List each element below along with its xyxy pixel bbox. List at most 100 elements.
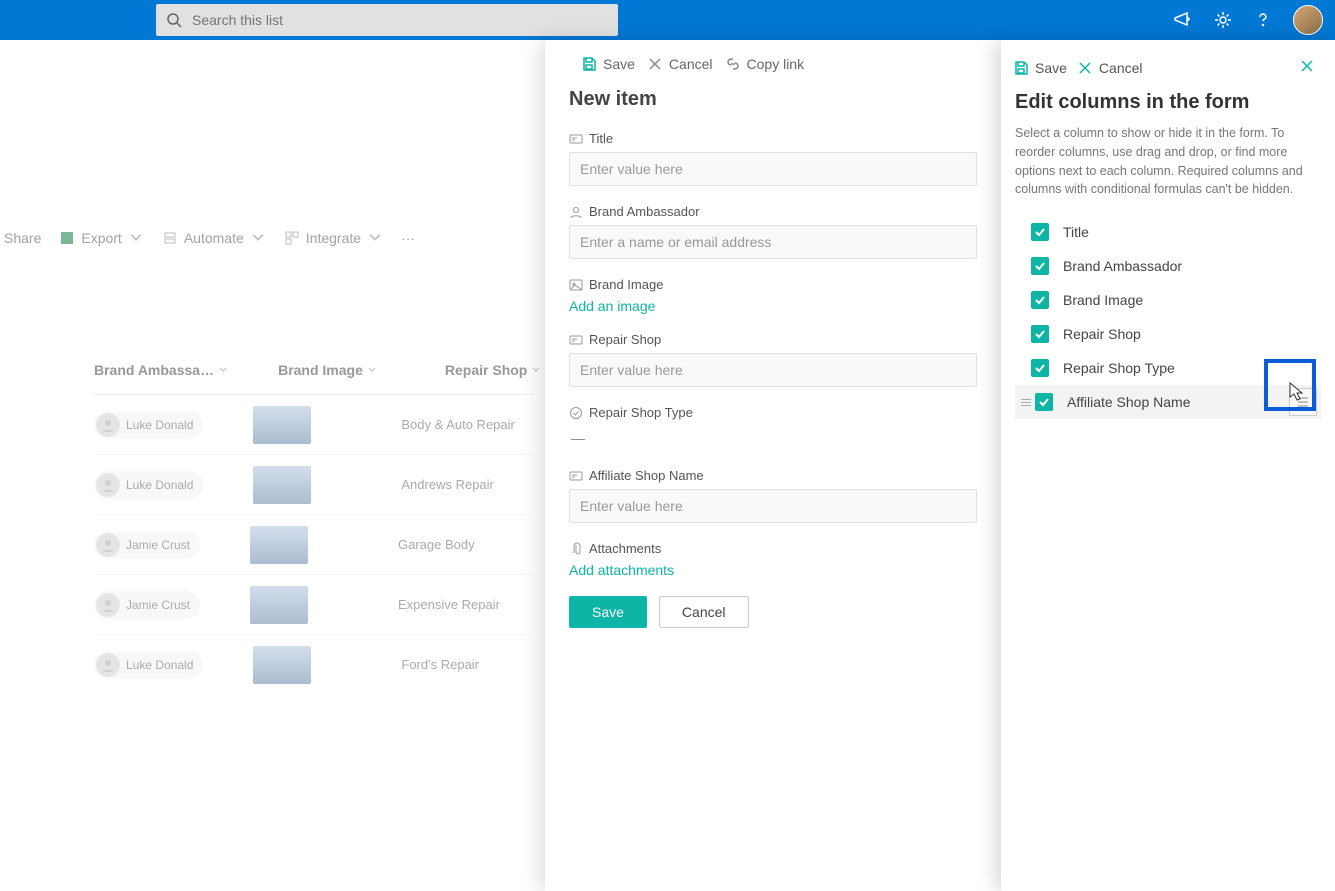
brand-image-thumb [250, 586, 308, 624]
image-icon [569, 278, 583, 292]
shop-input[interactable] [569, 353, 977, 387]
brand-image-thumb [253, 646, 311, 684]
table-row[interactable]: Luke DonaldBody & Auto Repair [94, 394, 534, 454]
columns-save-button[interactable]: Save [1013, 60, 1067, 76]
checkbox[interactable] [1035, 393, 1053, 411]
checkbox[interactable] [1031, 223, 1049, 241]
panel-copy-label: Copy link [747, 56, 805, 72]
panel-copy-button[interactable]: Copy link [725, 56, 805, 72]
person-name: Luke Donald [126, 658, 193, 672]
person-name: Luke Donald [126, 418, 193, 432]
repair-shop-cell: Andrews Repair [401, 477, 494, 492]
text-icon [569, 132, 583, 146]
export-button[interactable]: Export [59, 230, 143, 246]
checkbox[interactable] [1031, 257, 1049, 275]
search-input[interactable] [192, 12, 608, 28]
column-label: Brand Image [1063, 292, 1143, 308]
person-pill: Luke Donald [94, 471, 203, 499]
affiliate-label: Affiliate Shop Name [569, 468, 977, 483]
repair-shop-cell: Garage Body [398, 537, 475, 552]
drag-handle-icon[interactable] [1021, 399, 1031, 406]
user-avatar[interactable] [1293, 5, 1323, 35]
attachment-icon [569, 542, 583, 556]
column-item[interactable]: Repair Shop Type [1015, 351, 1321, 385]
panel-save-button[interactable]: Save [581, 56, 635, 72]
bg-column-headers: Brand Ambassa… Brand Image Repair Shop [94, 362, 541, 378]
person-name: Jamie Crust [126, 538, 190, 552]
panel-cancel-button[interactable]: Cancel [647, 56, 713, 72]
more-button[interactable]: ··· [401, 230, 415, 246]
gear-icon[interactable] [1213, 10, 1233, 30]
text-icon [569, 469, 583, 483]
column-item[interactable]: Brand Ambassador [1015, 249, 1321, 283]
column-item[interactable]: Brand Image [1015, 283, 1321, 317]
cursor-icon [1287, 381, 1305, 403]
add-attachments-link[interactable]: Add attachments [569, 562, 977, 578]
save-button[interactable]: Save [569, 596, 647, 628]
title-label: Title [569, 131, 977, 146]
checkbox[interactable] [1031, 359, 1049, 377]
close-icon[interactable] [1299, 58, 1315, 77]
person-pill: Jamie Crust [94, 531, 200, 559]
panel-save-label: Save [603, 56, 635, 72]
megaphone-icon[interactable] [1173, 10, 1193, 30]
new-item-panel: Save Cancel Copy link New item Title Bra… [545, 40, 1001, 891]
checkbox[interactable] [1031, 325, 1049, 343]
add-image-link[interactable]: Add an image [569, 298, 977, 314]
integrate-label: Integrate [306, 230, 361, 246]
integrate-button[interactable]: Integrate [284, 230, 383, 246]
person-icon [569, 205, 583, 219]
columns-cancel-button[interactable]: Cancel [1077, 60, 1143, 76]
person-name: Jamie Crust [126, 598, 190, 612]
col-header-shop[interactable]: Repair Shop [445, 362, 541, 378]
background-list: Share Export Automate Integrate ··· Bran… [0, 40, 545, 891]
automate-label: Automate [184, 230, 244, 246]
header-right [1173, 5, 1323, 35]
person-pill: Jamie Crust [94, 591, 200, 619]
share-button[interactable]: Share [4, 230, 41, 246]
title-input[interactable] [569, 152, 977, 186]
text-icon [569, 333, 583, 347]
column-label: Brand Ambassador [1063, 258, 1182, 274]
new-item-commands: Save Cancel Copy link [545, 40, 1001, 84]
edit-columns-commands: Save Cancel [1001, 40, 1335, 87]
shoptype-label: Repair Shop Type [569, 405, 977, 420]
panel-cancel-label: Cancel [669, 56, 713, 72]
columns-save-label: Save [1035, 60, 1067, 76]
brand-image-thumb [253, 466, 311, 504]
automate-button[interactable]: Automate [162, 230, 266, 246]
affiliate-input[interactable] [569, 489, 977, 523]
share-label: Share [4, 230, 41, 246]
column-list: Title Brand Ambassador Brand Image Repair S… [1015, 215, 1321, 419]
attach-label: Attachments [569, 541, 977, 556]
col-header-ambassador[interactable]: Brand Ambassa… [94, 362, 228, 378]
search-box[interactable] [156, 4, 618, 36]
column-label: Repair Shop [1063, 326, 1141, 342]
shoptype-value[interactable]: — [569, 426, 977, 450]
brand-image-thumb [253, 406, 311, 444]
help-icon[interactable] [1253, 10, 1273, 30]
column-item[interactable]: Affiliate Shop Name [1015, 385, 1321, 419]
table-row[interactable]: Luke Donald Ford's Repair [94, 634, 534, 694]
column-item[interactable]: Repair Shop [1015, 317, 1321, 351]
checkbox[interactable] [1031, 291, 1049, 309]
table-row[interactable]: Luke Donald Andrews Repair [94, 454, 534, 514]
repair-shop-cell: Ford's Repair [401, 657, 479, 672]
shop-label: Repair Shop [569, 332, 977, 347]
app-header [0, 0, 1335, 40]
image-label: Brand Image [569, 277, 977, 292]
cancel-button[interactable]: Cancel [659, 596, 749, 628]
edit-columns-desc: Select a column to show or hide it in th… [1015, 124, 1321, 199]
columns-cancel-label: Cancel [1099, 60, 1143, 76]
export-label: Export [81, 230, 121, 246]
ambassador-input[interactable] [569, 225, 977, 259]
person-pill: Luke Donald [94, 651, 203, 679]
table-row[interactable]: Jamie CrustExpensive Repair [94, 574, 534, 634]
ambassador-label: Brand Ambassador [569, 204, 977, 219]
search-icon [166, 12, 182, 28]
col-header-image[interactable]: Brand Image [278, 362, 377, 378]
new-item-title: New item [569, 88, 977, 111]
table-row[interactable]: Jamie Crust Garage Body [94, 514, 534, 574]
column-item[interactable]: Title [1015, 215, 1321, 249]
bg-command-bar: Share Export Automate Integrate ··· [0, 230, 415, 246]
